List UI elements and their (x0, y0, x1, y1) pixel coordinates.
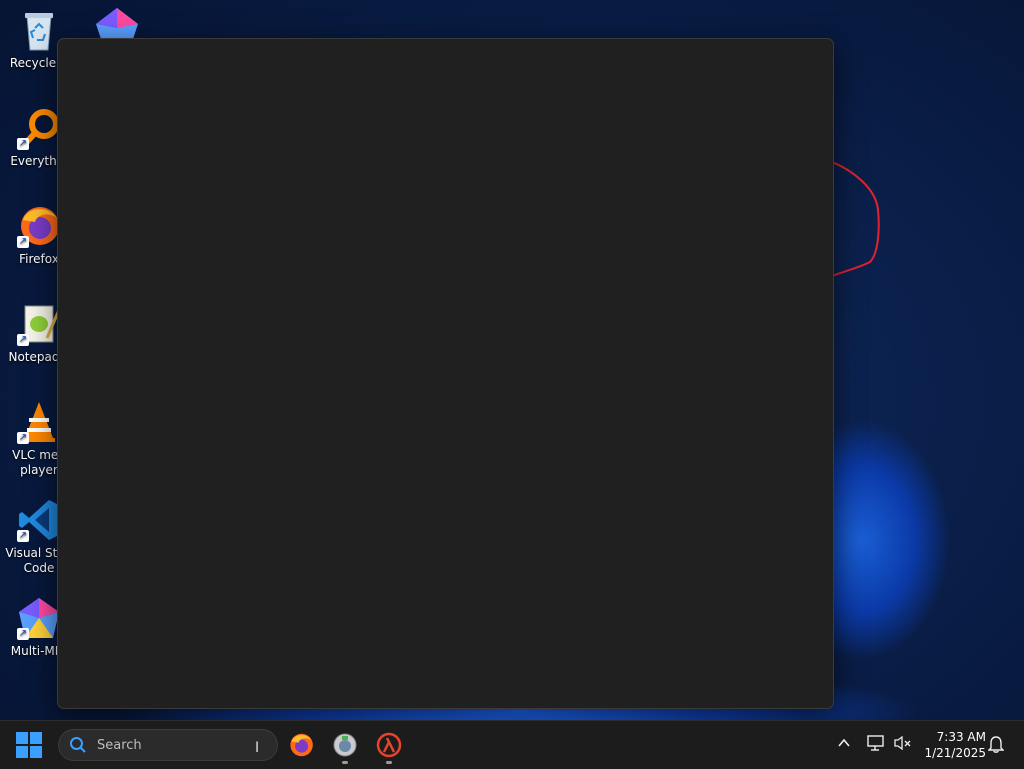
taskbar-app-half-life[interactable] (373, 729, 405, 764)
desktop: Recycle B ↗ Everythin ↗ Firefox ↗ Notepa… (0, 0, 1024, 720)
taskbar-app-gimp[interactable] (329, 729, 361, 764)
gimp-icon (333, 733, 357, 757)
shortcut-arrow-icon: ↗ (17, 138, 29, 150)
network-icon[interactable] (867, 735, 885, 755)
search-input[interactable] (95, 735, 269, 755)
taskbar-search[interactable]: I (58, 729, 278, 761)
taskbar-app-firefox[interactable] (285, 729, 317, 761)
firefox-icon: ↗ (17, 204, 61, 248)
shortcut-arrow-icon: ↗ (17, 530, 29, 542)
shortcut-arrow-icon: ↗ (17, 432, 29, 444)
vlc-icon: ↗ (17, 400, 61, 444)
clock-time: 7:33 AM (936, 730, 986, 744)
taskbar: I 7:33 AM 1/21/2025 (0, 720, 1024, 769)
shortcut-arrow-icon: ↗ (17, 236, 29, 248)
taskbar-clock[interactable]: 7:33 AM 1/21/2025 (920, 729, 986, 761)
notification-bell-icon[interactable] (987, 735, 1005, 757)
red-annotation-arc (832, 161, 880, 277)
show-hidden-icons-chevron-icon[interactable] (837, 735, 851, 754)
search-icon (69, 736, 87, 758)
half-life-icon (376, 732, 402, 758)
clock-date: 1/21/2025 (924, 746, 986, 760)
vscode-icon: ↗ (17, 498, 61, 542)
text-cursor-icon: I (255, 740, 260, 756)
multi-app-icon-top[interactable] (92, 6, 142, 40)
blank-app-window[interactable] (57, 38, 834, 709)
start-button[interactable] (16, 732, 42, 758)
notepad-plus-plus-icon: ↗ (17, 302, 61, 346)
multi-memory-icon: ↗ (17, 596, 61, 640)
running-indicator (342, 761, 348, 764)
firefox-icon (290, 733, 313, 757)
shortcut-arrow-icon: ↗ (17, 628, 29, 640)
running-indicator (386, 761, 392, 764)
everything-search-icon: ↗ (17, 106, 61, 150)
shortcut-arrow-icon: ↗ (17, 334, 29, 346)
recycle-bin-icon (17, 8, 61, 52)
volume-muted-icon[interactable] (894, 735, 912, 755)
